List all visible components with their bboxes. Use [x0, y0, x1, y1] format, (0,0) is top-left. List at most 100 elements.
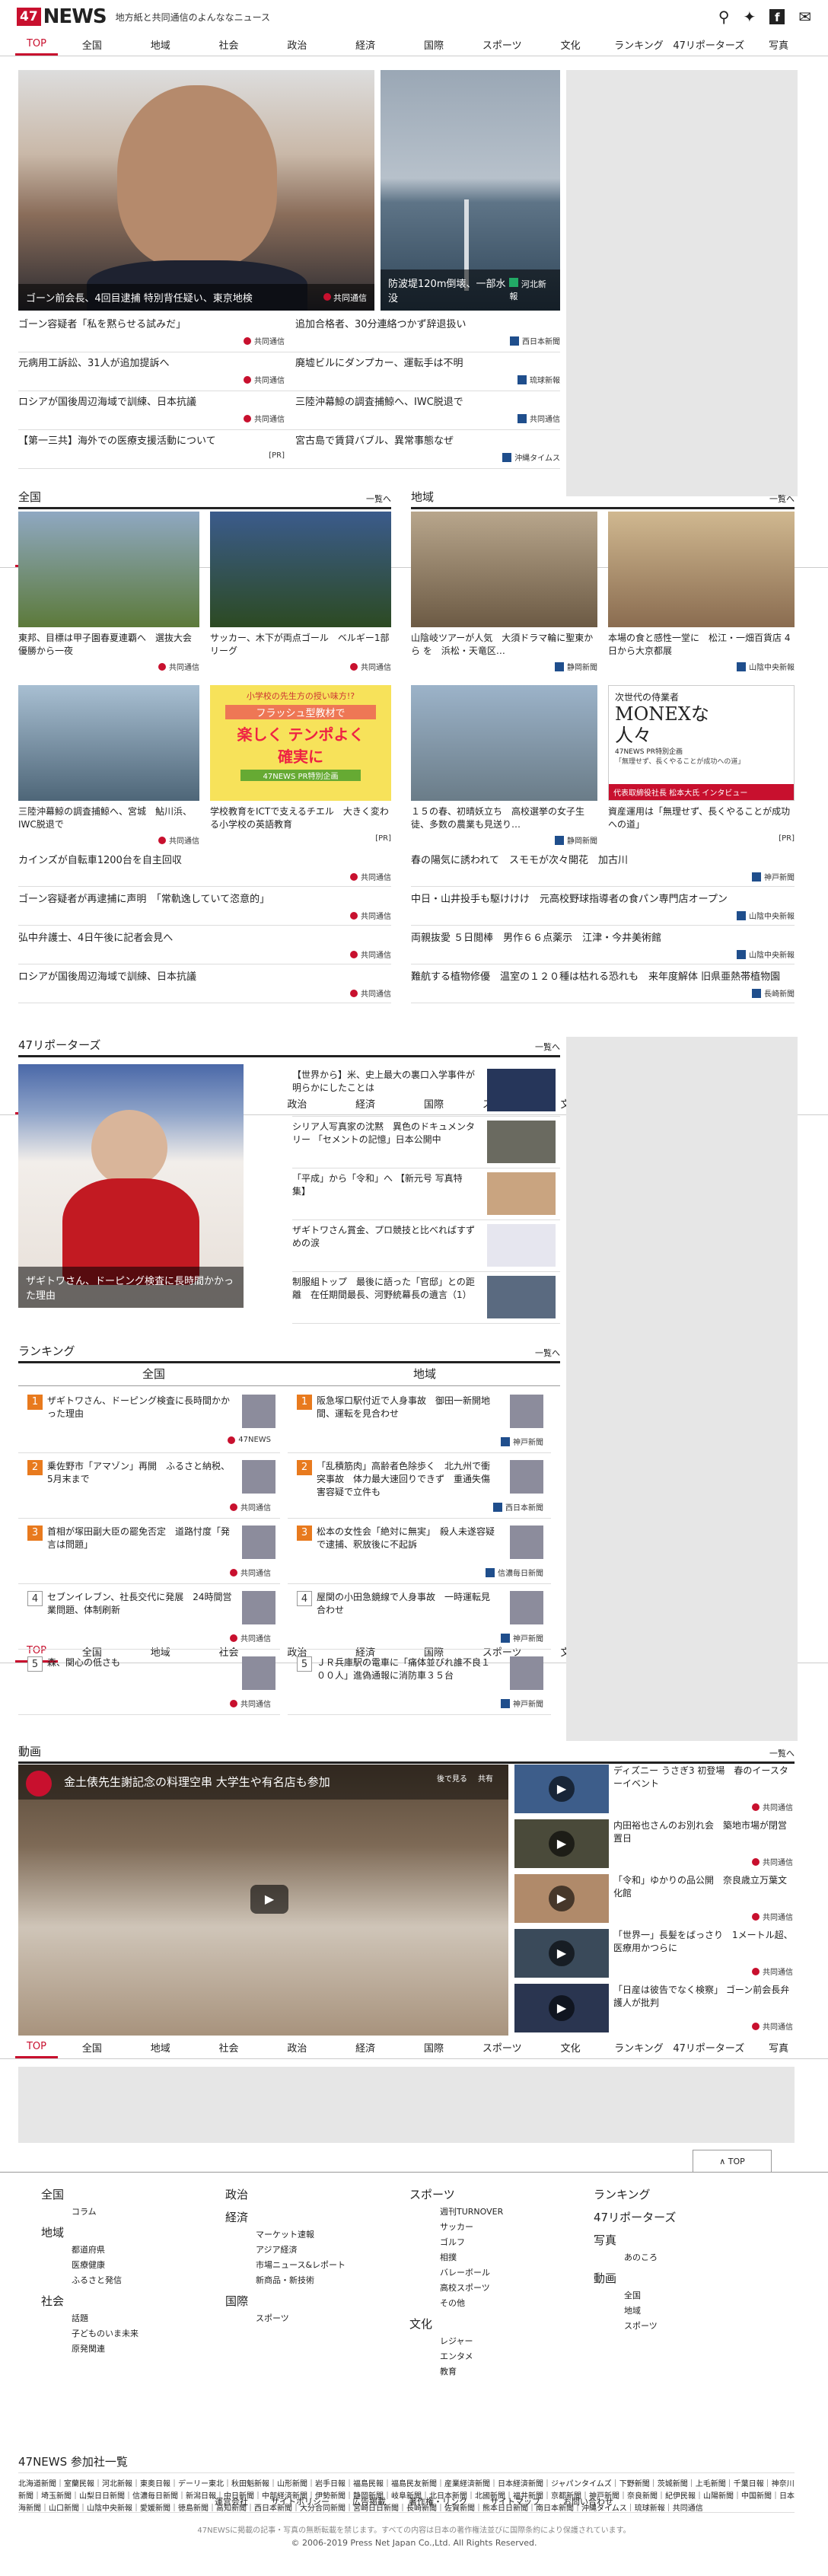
news-link[interactable]: 廃墟ビルにダンプカー、運転手は不明	[295, 357, 560, 371]
watch-later-button[interactable]: 後で見る	[437, 1772, 467, 1784]
footer-bottom-link[interactable]: 広告掲載	[352, 2495, 386, 2507]
reporter-link[interactable]: シリア人写真家の沈黙 異色のドキュメンタリー 「セメントの記憶」日本公開中	[292, 1121, 475, 1146]
footer-link[interactable]: 高校スポーツ	[409, 2281, 577, 2296]
footer-link[interactable]: スポーツ	[225, 2311, 393, 2326]
reporter-thumb[interactable]	[487, 1069, 556, 1111]
mail-icon[interactable]: ✉	[798, 8, 811, 26]
news-link[interactable]: 宮古島で賃貸バブル、異常事態なぜ	[295, 435, 560, 448]
footer-bottom-link[interactable]: サイトポリシー	[271, 2495, 330, 2507]
play-icon[interactable]: ▶	[250, 1885, 288, 1914]
news-photo[interactable]	[18, 512, 199, 627]
news-photo[interactable]	[210, 512, 391, 627]
ranking-thumb[interactable]	[242, 1460, 275, 1494]
footer-heading[interactable]: 社会	[41, 2291, 209, 2311]
footer-link[interactable]: 全国	[594, 2288, 761, 2303]
nav-item-4[interactable]: 政治	[263, 2040, 331, 2055]
nav-item-8[interactable]: 文化	[537, 37, 605, 52]
ranking-thumb[interactable]	[510, 1591, 543, 1624]
footer-bottom-link[interactable]: 運営会社	[215, 2495, 248, 2507]
share-button[interactable]: 共有	[478, 1772, 493, 1784]
reporters-main-photo[interactable]: ザギトワさん、ドーピング検査に長時間かかった理由	[18, 1064, 244, 1308]
news-link[interactable]: 学校教育をICTで支えるチエル 大きく変わる小学校の英語教育	[210, 805, 391, 831]
reporter-link[interactable]: ザギトワさん賞金、プロ競技と比べればすずめの涙	[292, 1224, 475, 1250]
footer-link[interactable]: サッカー	[409, 2220, 577, 2235]
footer-heading[interactable]: ランキング	[594, 2185, 761, 2205]
nav-item-7[interactable]: スポーツ	[468, 2040, 537, 2055]
footer-link[interactable]: あのころ	[594, 2250, 761, 2265]
play-icon[interactable]: ▶	[549, 1776, 575, 1802]
news-link[interactable]: 三陸沖幕鯨の調査捕鯨へ、IWC脱退で	[295, 396, 560, 410]
ranking-item[interactable]: 2 乗佐野市「アマゾン」再開 ふるさと納税、5月末まで	[27, 1460, 233, 1486]
nav-item-2[interactable]: 地域	[126, 2040, 195, 2055]
news-link[interactable]: 春の陽気に誘われて スモモが次々開花 加古川	[411, 854, 795, 868]
footer-link[interactable]: レジャー	[409, 2334, 577, 2349]
news-link[interactable]: 両親抜愛 ５日閲棒 男作６６点薬示 江津・今井美術館	[411, 932, 795, 945]
hero-side-photo[interactable]: 防波堤120m倒壊、一部水没 河北新報	[381, 70, 560, 311]
video-thumb[interactable]: ▶	[514, 1984, 609, 2032]
nav-item-11[interactable]: 写真	[744, 37, 813, 52]
ad-banner-bottom[interactable]	[18, 2067, 795, 2143]
news-link[interactable]: 山陰岐ツアーが人気 大須ドラマ輪に聖東から を 浜松・天竜区…	[411, 632, 597, 658]
footer-link[interactable]: 週刊TURNOVER	[409, 2205, 577, 2220]
ranking-thumb[interactable]	[510, 1656, 543, 1690]
ranking-item[interactable]: 3 首相が塚田副大臣の罷免否定 道路忖度「発言は問題」	[27, 1526, 233, 1551]
nav-item-5[interactable]: 経済	[331, 1096, 400, 1111]
news-link[interactable]: 中日・山井投手も駆けけけ 元高校野球指導者の食パン専門店オープン	[411, 893, 795, 907]
play-icon[interactable]: ▶	[549, 1886, 575, 1911]
search-icon[interactable]: ⚲	[718, 8, 730, 26]
reporter-thumb[interactable]	[487, 1172, 556, 1215]
reporter-link[interactable]: 【世界から】米、史上最大の裏口入学事件が明らかにしたことは	[292, 1069, 475, 1095]
footer-link[interactable]: コラム	[41, 2205, 209, 2220]
footer-heading[interactable]: 経済	[225, 2208, 393, 2227]
news-link[interactable]: 本場の食と感性一堂に 松江・一畑百貨店 4日から大京都展	[608, 632, 795, 658]
footer-link[interactable]: エンタメ	[409, 2349, 577, 2364]
ranking-thumb[interactable]	[510, 1395, 543, 1428]
nav-item-3[interactable]: 社会	[195, 37, 263, 52]
ranking-thumb[interactable]	[510, 1526, 543, 1559]
nav-item-4[interactable]: 政治	[263, 1096, 331, 1111]
footer-link[interactable]: 医療健康	[41, 2258, 209, 2273]
footer-link[interactable]: 新商品・新技術	[225, 2273, 393, 2288]
hero-main-photo[interactable]: ゴーン前会長、4回目逮捕 特別背任疑い、東京地検 共同通信	[18, 70, 374, 311]
news-link[interactable]: ロシアが国後周辺海域で訓練、日本抗議	[18, 971, 391, 984]
footer-link[interactable]: ゴルフ	[409, 2235, 577, 2250]
ranking-thumb[interactable]	[510, 1460, 543, 1494]
footer-link[interactable]: バレーボール	[409, 2265, 577, 2281]
nav-item-7[interactable]: スポーツ	[468, 37, 537, 52]
news-link[interactable]: カインズが自転車1200台を自主回収	[18, 854, 391, 868]
footer-heading[interactable]: 地域	[41, 2223, 209, 2243]
facebook-icon[interactable]: f	[769, 9, 785, 24]
twitter-icon[interactable]: ✦	[743, 8, 756, 26]
footer-bottom-link[interactable]: 著作権・リンク	[409, 2495, 467, 2507]
footer-link[interactable]: 原発関連	[41, 2342, 209, 2357]
nav-item-9[interactable]: ランキング	[605, 37, 674, 52]
reporter-thumb[interactable]	[487, 1121, 556, 1163]
more-link[interactable]: 一覧へ	[769, 493, 795, 505]
ranking-item[interactable]: 2 「乱積筋肉」高齢者色除歩く 北九州で衝突事故 体力最大速回りできず 重通失傷害…	[297, 1460, 495, 1499]
ranking-item[interactable]: 1 阪急塚口駅付近で人身事故 御田一新開地間、運転を見合わせ	[297, 1395, 495, 1420]
nav-item-10[interactable]: 47リポーターズ	[673, 2040, 744, 2055]
footer-link[interactable]: アジア経済	[225, 2243, 393, 2258]
news-link[interactable]: ロシアが国後周辺海域で訓練、日本抗議	[18, 396, 285, 410]
video-thumb[interactable]: ▶	[514, 1765, 609, 1813]
news-photo[interactable]	[18, 685, 199, 801]
footer-heading[interactable]: 写真	[594, 2230, 761, 2250]
nav-item-8[interactable]: 文化	[537, 2040, 605, 2055]
footer-link[interactable]: その他	[409, 2296, 577, 2311]
news-link[interactable]: １５の春、初晴妖立ち 高校選挙の女子生徒、多数の農業も見送り…	[411, 805, 597, 831]
video-link[interactable]: 「世界一」長髪をばっさり 1メートル超、医療用かつらに	[613, 1929, 793, 1955]
footer-bottom-link[interactable]: お問い合わせ	[563, 2495, 613, 2507]
news-link[interactable]: 【第一三共】海外での医療支援活動について	[18, 435, 285, 448]
footer-heading[interactable]: 文化	[409, 2314, 577, 2334]
nav-item-9[interactable]: ランキング	[605, 2040, 674, 2055]
reporter-link[interactable]: 制服組トップ 最後に語った「官邸」との距離 在任期間最長、河野統幕長の遺言（1）	[292, 1276, 475, 1302]
nav-item-4[interactable]: 政治	[263, 37, 331, 52]
news-photo[interactable]	[608, 512, 795, 627]
news-link[interactable]: 三陸沖幕鯨の調査捕鯨へ、宮城 鮎川浜、IWC脱退で	[18, 805, 199, 831]
more-link[interactable]: 一覧へ	[769, 1747, 795, 1759]
nav-item-11[interactable]: 写真	[744, 2040, 813, 2055]
footer-heading[interactable]: 動画	[594, 2268, 761, 2288]
footer-heading[interactable]: 47リポーターズ	[594, 2208, 761, 2227]
more-link[interactable]: 一覧へ	[535, 1347, 560, 1359]
footer-heading[interactable]: スポーツ	[409, 2185, 577, 2205]
